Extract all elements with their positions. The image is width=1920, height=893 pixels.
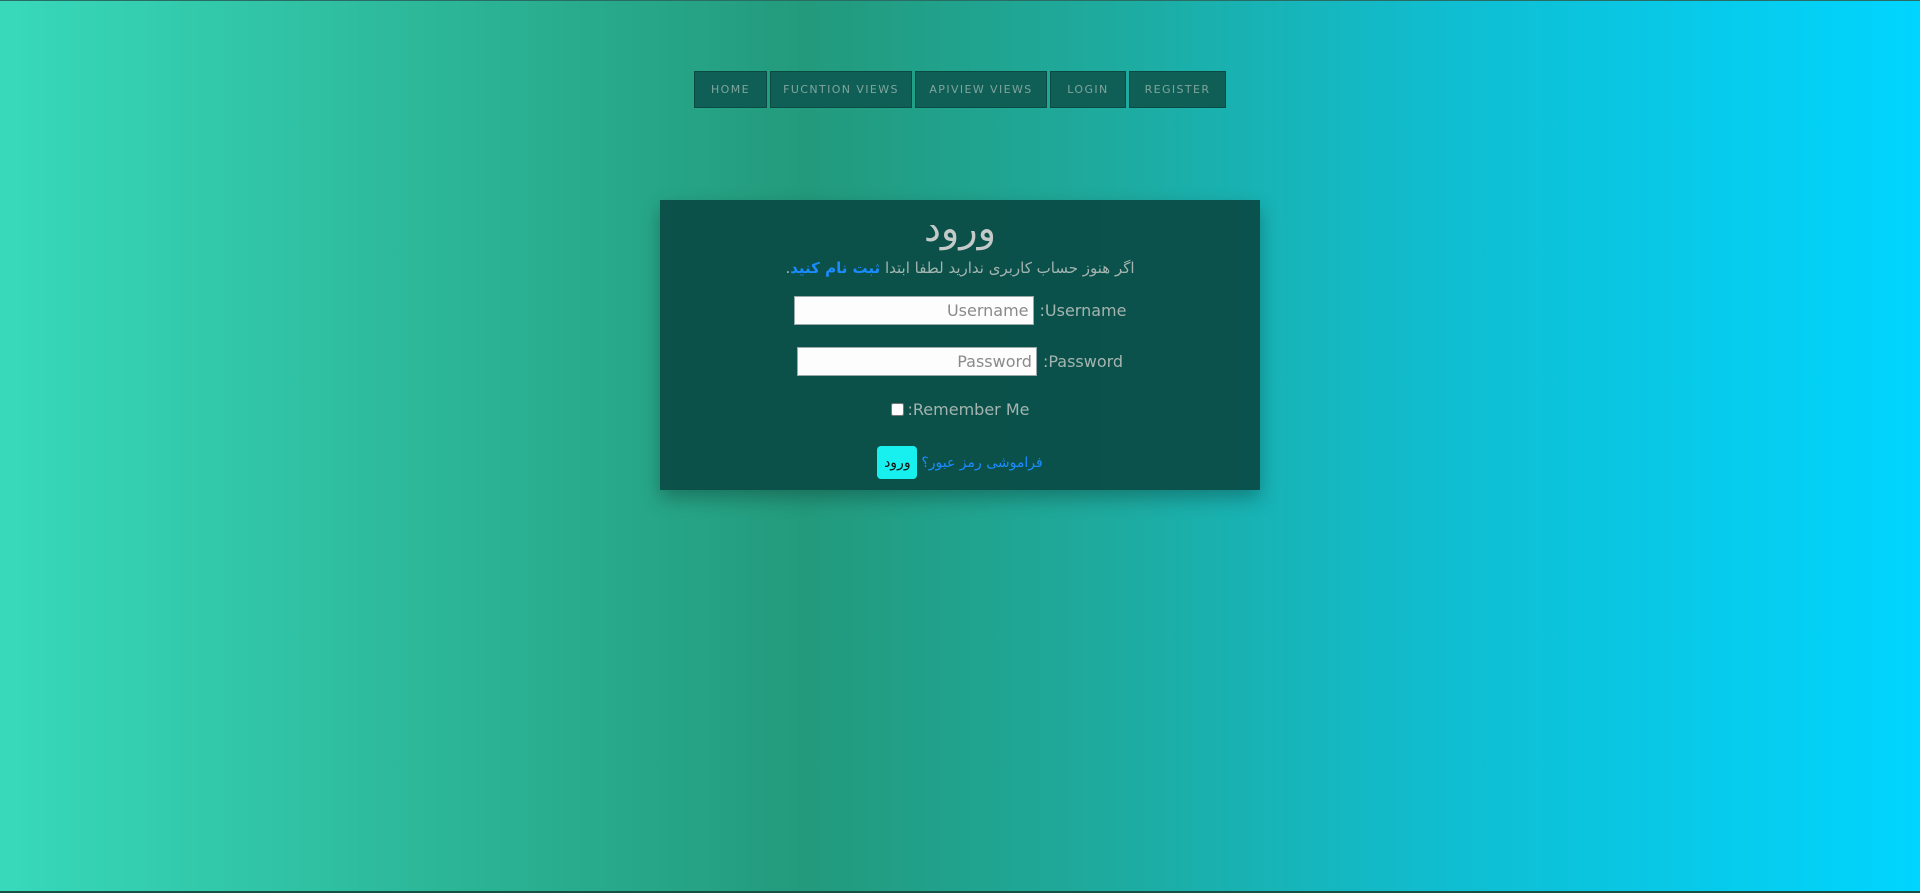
remember-label: :Remember Me [907,400,1030,419]
nav-home[interactable]: HOME [694,71,767,108]
register-link[interactable]: ثبت نام کنید [790,259,880,277]
nav-function-views[interactable]: FUCNTION VIEWS [770,71,912,108]
password-input[interactable] [796,347,1037,376]
page-title: ورود [924,206,996,250]
top-border [0,0,1920,1]
username-input[interactable] [793,296,1034,325]
password-label: :Password [1042,352,1124,371]
register-hint-text: اگر هنوز حساب کاربری ندارید لطفا ابتدا [880,259,1135,277]
action-row: ورود فراموشی رمز عبور؟ [0,446,1920,479]
username-row: :Username [0,296,1920,325]
register-hint: اگر هنوز حساب کاربری ندارید لطفا ابتدا ث… [660,259,1260,277]
remember-checkbox[interactable] [890,403,904,416]
main-nav: HOME FUCNTION VIEWS APIVIEW VIEWS LOGIN … [694,71,1226,108]
nav-login[interactable]: LOGIN [1050,71,1126,108]
login-submit-button[interactable]: ورود [877,446,918,479]
forgot-password-link[interactable]: فراموشی رمز عبور؟ [921,455,1042,471]
nav-apiview-views[interactable]: APIVIEW VIEWS [915,71,1047,108]
password-row: :Password [0,347,1920,376]
remember-row: :Remember Me [0,400,1920,419]
nav-register[interactable]: REGISTER [1129,71,1226,108]
username-label: :Username [1039,301,1127,320]
